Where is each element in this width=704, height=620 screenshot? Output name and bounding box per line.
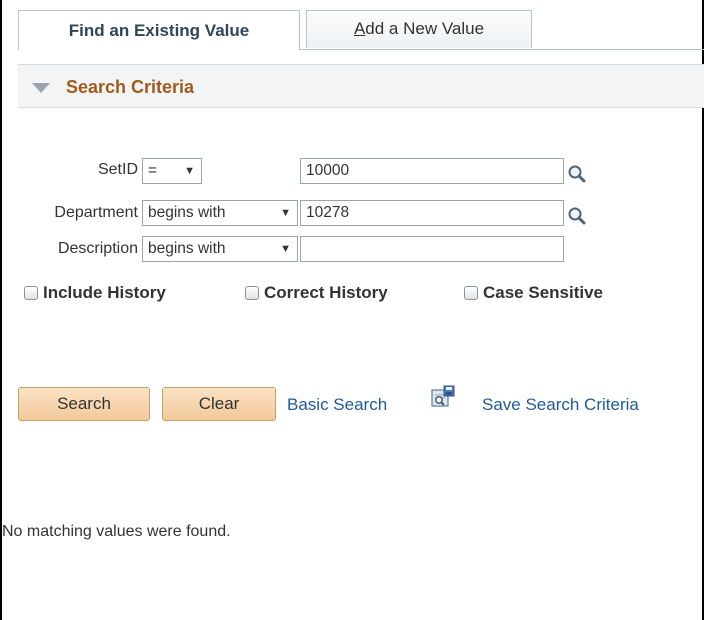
include-history-checkbox[interactable] <box>24 286 38 300</box>
tab-add-new-value[interactable]: Add a New Value <box>306 10 532 48</box>
correct-history-label[interactable]: Correct History <box>264 283 388 303</box>
section-title: Search Criteria <box>66 77 195 97</box>
description-input[interactable] <box>300 236 564 262</box>
setid-operator-select[interactable]: = ▼ <box>142 158 202 184</box>
department-operator-select[interactable]: begins with ▼ <box>142 200 298 226</box>
tab-add-new-value-label: dd a New Value <box>365 19 485 38</box>
magnifier-icon[interactable] <box>567 164 587 184</box>
basic-search-link[interactable]: Basic Search <box>287 395 387 415</box>
save-search-criteria-link[interactable]: Save Search Criteria <box>482 395 639 415</box>
checkbox-row: Include History Correct History Case Sen… <box>0 283 704 307</box>
search-criteria-header[interactable]: Search Criteria <box>18 64 704 108</box>
case-sensitive-label[interactable]: Case Sensitive <box>483 283 603 303</box>
department-operator-value: begins with <box>148 204 226 221</box>
search-button[interactable]: Search <box>18 387 150 421</box>
department-input[interactable]: 10278 <box>300 200 564 226</box>
no-results-message: No matching values were found. <box>2 523 231 540</box>
tab-find-existing-value[interactable]: Find an Existing Value <box>18 10 300 50</box>
correct-history-checkbox[interactable] <box>245 286 259 300</box>
include-history-label[interactable]: Include History <box>43 283 166 303</box>
department-label: Department <box>54 204 138 221</box>
setid-label: SetID <box>97 161 138 178</box>
description-label: Description <box>57 240 138 257</box>
setid-operator-value: = <box>148 162 158 179</box>
save-search-icon[interactable] <box>430 384 456 410</box>
magnifier-icon[interactable] <box>567 206 587 226</box>
description-operator-select[interactable]: begins with ▼ <box>142 236 298 262</box>
setid-input[interactable]: 10000 <box>300 158 564 184</box>
dropdown-arrow-icon: ▼ <box>280 243 291 255</box>
collapse-triangle-icon[interactable] <box>32 83 50 93</box>
dropdown-arrow-icon: ▼ <box>280 207 291 219</box>
dropdown-arrow-icon: ▼ <box>184 165 195 177</box>
tab-add-new-value-accesskey: A <box>353 19 366 38</box>
clear-button[interactable]: Clear <box>162 387 276 421</box>
tab-bar: Find an Existing Value Add a New Value <box>18 10 704 50</box>
case-sensitive-checkbox[interactable] <box>464 286 478 300</box>
description-operator-value: begins with <box>148 240 226 257</box>
